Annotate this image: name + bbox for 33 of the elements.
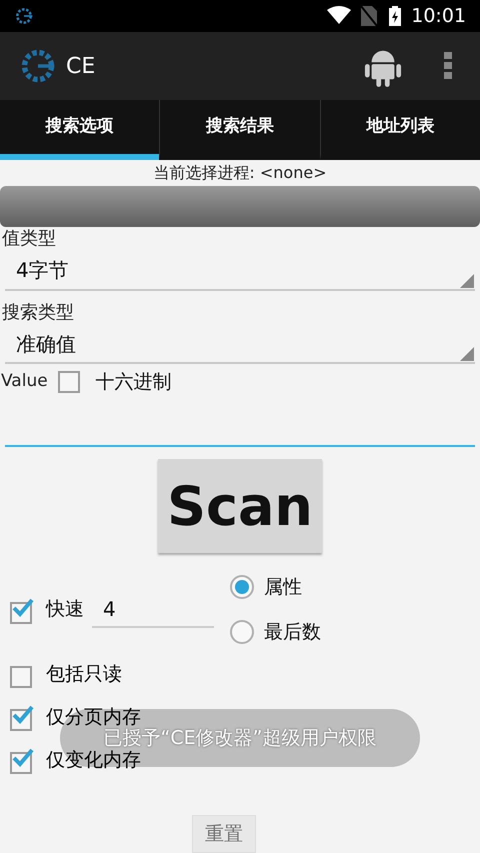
radio-button[interactable] <box>230 620 254 644</box>
no-sim-icon <box>361 6 378 26</box>
tab[interactable]: 地址列表 <box>320 100 480 160</box>
overflow-menu-icon[interactable] <box>444 52 452 80</box>
tab[interactable]: 搜索选项 <box>0 100 160 160</box>
checkbox[interactable] <box>10 746 36 774</box>
radio-label: 属性 <box>264 575 302 600</box>
process-label: 当前选择进程: <none> <box>152 162 328 184</box>
gear-icon <box>14 6 34 26</box>
option-label: 包括只读 <box>46 662 122 687</box>
battery-icon <box>389 6 402 26</box>
fast-input-field[interactable]: 4 <box>92 592 214 628</box>
tab[interactable]: 搜索结果 <box>159 100 320 160</box>
field-label: 值类型 <box>1 227 57 252</box>
option-label: 仅分页内存 <box>46 704 141 728</box>
checkbox[interactable] <box>10 703 36 731</box>
value-label: Value <box>1 370 48 394</box>
fast-label: 快速 <box>46 597 84 622</box>
hex-label: 十六进制 <box>96 370 172 395</box>
process-select-bar[interactable] <box>0 186 480 228</box>
corner-triangle-icon <box>460 347 474 362</box>
radio-label: 最后数 <box>264 620 321 645</box>
wifi-icon <box>327 6 352 26</box>
app-title: CE <box>66 52 96 80</box>
corner-triangle-icon <box>460 274 474 288</box>
gear-logo-icon <box>20 48 56 84</box>
scan-button[interactable]: Scan <box>158 459 322 554</box>
dropdown[interactable]: 4字节 <box>5 251 475 291</box>
clock: 10:01 <box>411 4 466 29</box>
radio-button[interactable] <box>230 575 254 600</box>
dropdown[interactable]: 准确值 <box>5 324 475 364</box>
option-label: 仅变化内存 <box>46 748 141 773</box>
field-label: 搜索类型 <box>1 300 75 325</box>
